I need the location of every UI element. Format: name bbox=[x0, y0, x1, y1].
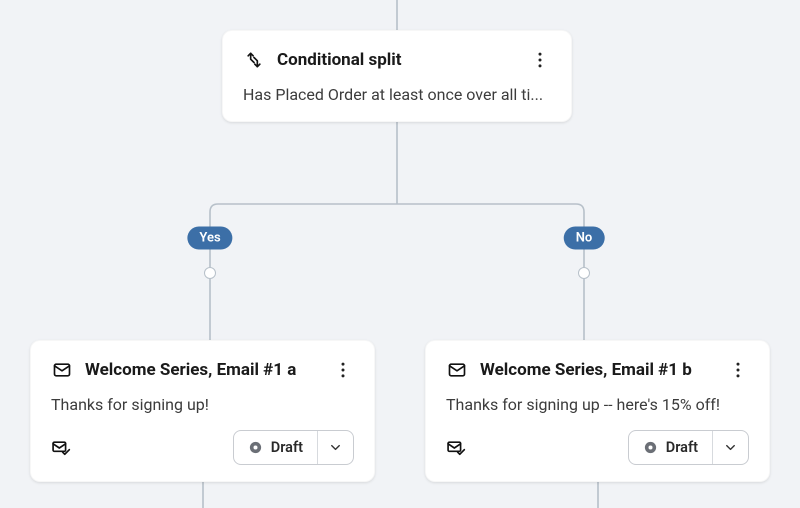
connector-dot bbox=[204, 267, 216, 279]
status-label: Draft bbox=[666, 439, 698, 456]
kebab-icon[interactable] bbox=[332, 359, 354, 381]
envelope-check-icon[interactable] bbox=[446, 438, 466, 458]
status-dropdown[interactable]: Draft bbox=[233, 430, 354, 465]
envelope-icon bbox=[51, 359, 73, 381]
branch-pill-yes-label: Yes bbox=[199, 231, 220, 246]
branch-pill-no[interactable]: No bbox=[564, 227, 605, 250]
conditional-split-description: Has Placed Order at least once over all … bbox=[243, 85, 551, 104]
branch-pill-no-label: No bbox=[576, 231, 593, 246]
email-title: Welcome Series, Email #1 a bbox=[85, 360, 324, 380]
email-subject: Thanks for signing up -- here's 15% off! bbox=[446, 395, 749, 414]
kebab-icon[interactable] bbox=[529, 49, 551, 71]
email-card-no[interactable]: Welcome Series, Email #1 b Thanks for si… bbox=[425, 340, 770, 482]
branch-pill-yes[interactable]: Yes bbox=[187, 227, 232, 250]
envelope-icon bbox=[446, 359, 468, 381]
split-icon bbox=[243, 49, 265, 71]
conditional-split-title: Conditional split bbox=[277, 50, 521, 70]
status-dot-icon bbox=[643, 440, 658, 455]
envelope-check-icon[interactable] bbox=[51, 438, 71, 458]
chevron-down-icon bbox=[318, 431, 353, 464]
email-card-yes[interactable]: Welcome Series, Email #1 a Thanks for si… bbox=[30, 340, 375, 482]
kebab-icon[interactable] bbox=[727, 359, 749, 381]
email-title: Welcome Series, Email #1 b bbox=[480, 360, 719, 380]
status-dot-icon bbox=[248, 440, 263, 455]
status-label: Draft bbox=[271, 439, 303, 456]
conditional-split-card[interactable]: Conditional split Has Placed Order at le… bbox=[222, 30, 572, 122]
connector-dot bbox=[578, 267, 590, 279]
email-subject: Thanks for signing up! bbox=[51, 395, 354, 414]
status-dropdown[interactable]: Draft bbox=[628, 430, 749, 465]
chevron-down-icon bbox=[713, 431, 748, 464]
